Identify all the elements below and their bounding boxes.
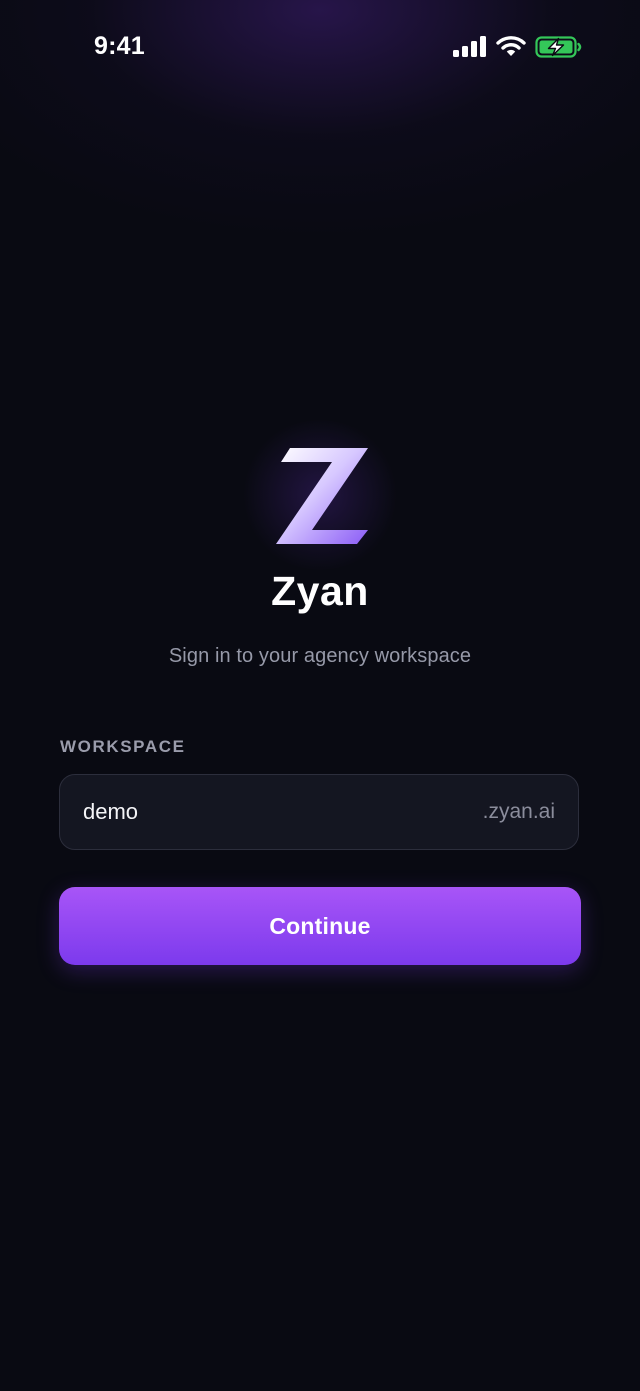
zyan-logo <box>276 448 368 544</box>
wifi-icon <box>496 36 526 56</box>
workspace-field[interactable]: .zyan.ai <box>59 774 579 850</box>
workspace-input[interactable] <box>83 775 443 849</box>
battery-charging-icon <box>535 36 582 58</box>
tagline: Sign in to your agency workspace <box>168 645 472 667</box>
workspace-label: WORKSPACE <box>60 737 186 756</box>
workspace-domain-suffix: .zyan.ai <box>482 800 555 823</box>
continue-button[interactable]: Continue <box>59 887 581 965</box>
app-name: Zyan <box>271 568 369 614</box>
status-time: 9:41 <box>94 32 145 60</box>
sign-in-screen: 9:41 Zyan Sign in to your agency workspa… <box>0 0 640 1391</box>
signal-icon <box>453 36 486 57</box>
status-bar: 9:41 <box>0 0 640 96</box>
